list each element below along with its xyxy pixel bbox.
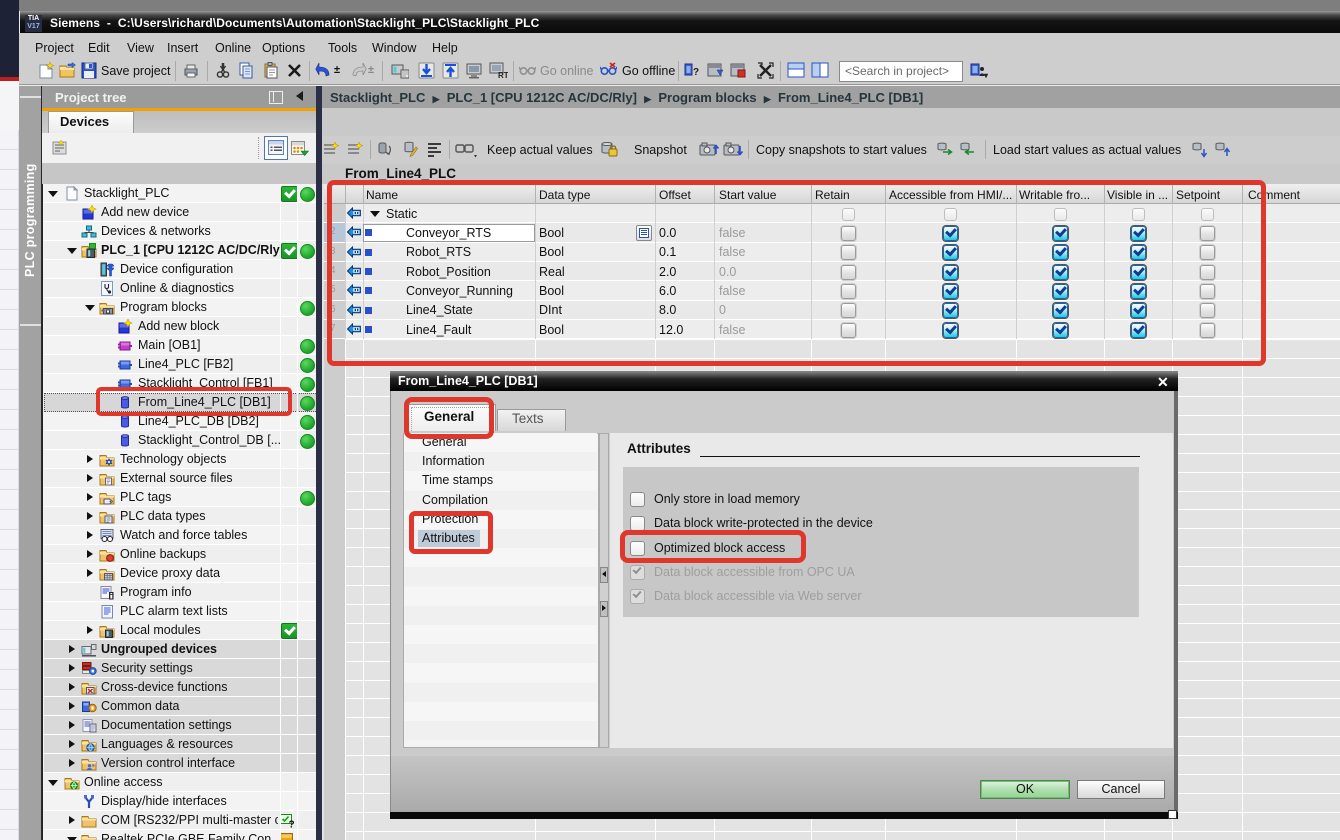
- svg-text:RT: RT: [498, 71, 508, 79]
- svg-text:?: ?: [693, 67, 699, 78]
- svg-text:▾: ▾: [983, 71, 988, 79]
- svg-text:?: ?: [289, 820, 295, 829]
